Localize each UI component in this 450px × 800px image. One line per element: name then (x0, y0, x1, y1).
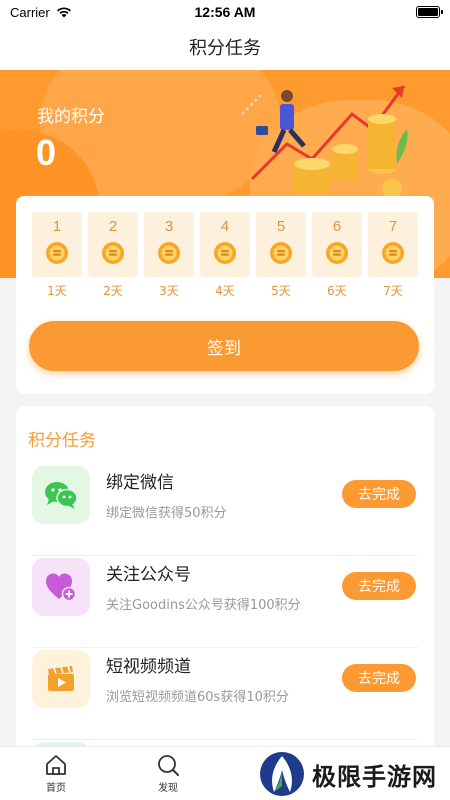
watermark-text: 极限手游网 (312, 761, 437, 791)
day-box: 6 (312, 212, 362, 277)
coin-icon (102, 242, 124, 264)
day-label: 5天 (271, 284, 291, 298)
day-number: 6 (332, 218, 342, 235)
day-box: 2 (88, 212, 138, 277)
coin-icon (270, 242, 292, 264)
tab-discover[interactable]: 发现 (143, 753, 193, 794)
task-name: 关注公众号 (106, 565, 191, 585)
coin-icon (46, 242, 68, 264)
task-icon-box (32, 558, 90, 616)
task-name: 短视频频道 (106, 657, 191, 677)
task-row-follow-account: 关注公众号 关注Goodins公众号获得100积分 去完成 (32, 556, 418, 648)
my-points-value: 0 (36, 132, 57, 173)
video-clapper-icon (48, 666, 74, 691)
day-number: 2 (108, 218, 118, 235)
checkin-day-4: 4 4天 (200, 212, 250, 299)
coin-icon (214, 242, 236, 264)
coin-icon (382, 242, 404, 264)
task-name: 绑定微信 (106, 473, 174, 493)
day-box: 7 (368, 212, 418, 277)
day-label: 7天 (383, 284, 403, 298)
tab-home[interactable]: 首页 (31, 753, 81, 794)
wechat-icon (45, 482, 78, 509)
day-box: 5 (256, 212, 306, 277)
task-description: 绑定微信获得50积分 (106, 506, 227, 521)
task-section-title: 积分任务 (28, 431, 96, 451)
task-icon-box (32, 650, 90, 708)
day-label: 3天 (159, 284, 179, 298)
checkin-day-3: 3 3天 (144, 212, 194, 299)
growth-illustration (241, 85, 408, 199)
home-icon (46, 755, 66, 775)
heart-plus-icon (46, 573, 77, 602)
go-complete-button[interactable]: 去完成 (342, 664, 416, 692)
day-number: 3 (164, 218, 174, 235)
day-label: 4天 (215, 284, 235, 298)
checkin-day-7: 7 7天 (368, 212, 418, 299)
go-complete-button[interactable]: 去完成 (342, 480, 416, 508)
my-points-label: 我的积分 (37, 107, 105, 127)
discover-icon (158, 755, 179, 776)
day-number: 7 (388, 218, 398, 235)
day-box: 4 (200, 212, 250, 277)
day-number: 4 (220, 218, 230, 235)
carrier-label: Carrier (10, 4, 50, 20)
battery-icon (416, 6, 443, 18)
nav-bar: 积分任务 (0, 24, 450, 70)
checkin-day-1: 1 1天 (32, 212, 82, 299)
checkin-day-6: 6 6天 (312, 212, 362, 299)
status-left: Carrier (10, 5, 72, 20)
coin-icon (326, 242, 348, 264)
checkin-days: 1 1天 2 2天 3 3天 4 4天 5 5天 6 6天 7 7天 (32, 212, 418, 299)
task-card: 积分任务 绑定微信 绑定微信获得50积分 去完成 关注公众号 关注Goodins (16, 406, 434, 766)
coin-icon (158, 242, 180, 264)
day-label: 6天 (327, 284, 347, 298)
tab-label: 首页 (46, 783, 66, 794)
go-complete-button[interactable]: 去完成 (342, 572, 416, 600)
day-number: 1 (52, 218, 62, 235)
task-icon-box (32, 466, 90, 524)
status-bar: Carrier 12:56 AM (0, 0, 450, 24)
task-row-short-video: 短视频频道 浏览短视频频道60s获得10积分 去完成 (32, 648, 418, 740)
task-row-bind-wechat: 绑定微信 绑定微信获得50积分 去完成 (32, 464, 418, 556)
day-box: 1 (32, 212, 82, 277)
task-description: 浏览短视频频道60s获得10积分 (106, 690, 289, 705)
wifi-icon (56, 7, 71, 18)
day-number: 5 (276, 218, 286, 235)
watermark-logo-icon (260, 752, 304, 796)
day-box: 3 (144, 212, 194, 277)
checkin-card: 1 1天 2 2天 3 3天 4 4天 5 5天 6 6天 7 7天 签到 (16, 196, 434, 394)
day-label: 1天 (47, 284, 67, 298)
checkin-day-5: 5 5天 (256, 212, 306, 299)
task-description: 关注Goodins公众号获得100积分 (106, 598, 301, 613)
day-label: 2天 (103, 284, 123, 298)
watermark: 极限手游网 (258, 748, 450, 800)
page-title: 积分任务 (189, 38, 261, 59)
sign-in-button[interactable]: 签到 (29, 321, 419, 371)
tab-label: 发现 (158, 783, 178, 794)
checkin-day-2: 2 2天 (88, 212, 138, 299)
